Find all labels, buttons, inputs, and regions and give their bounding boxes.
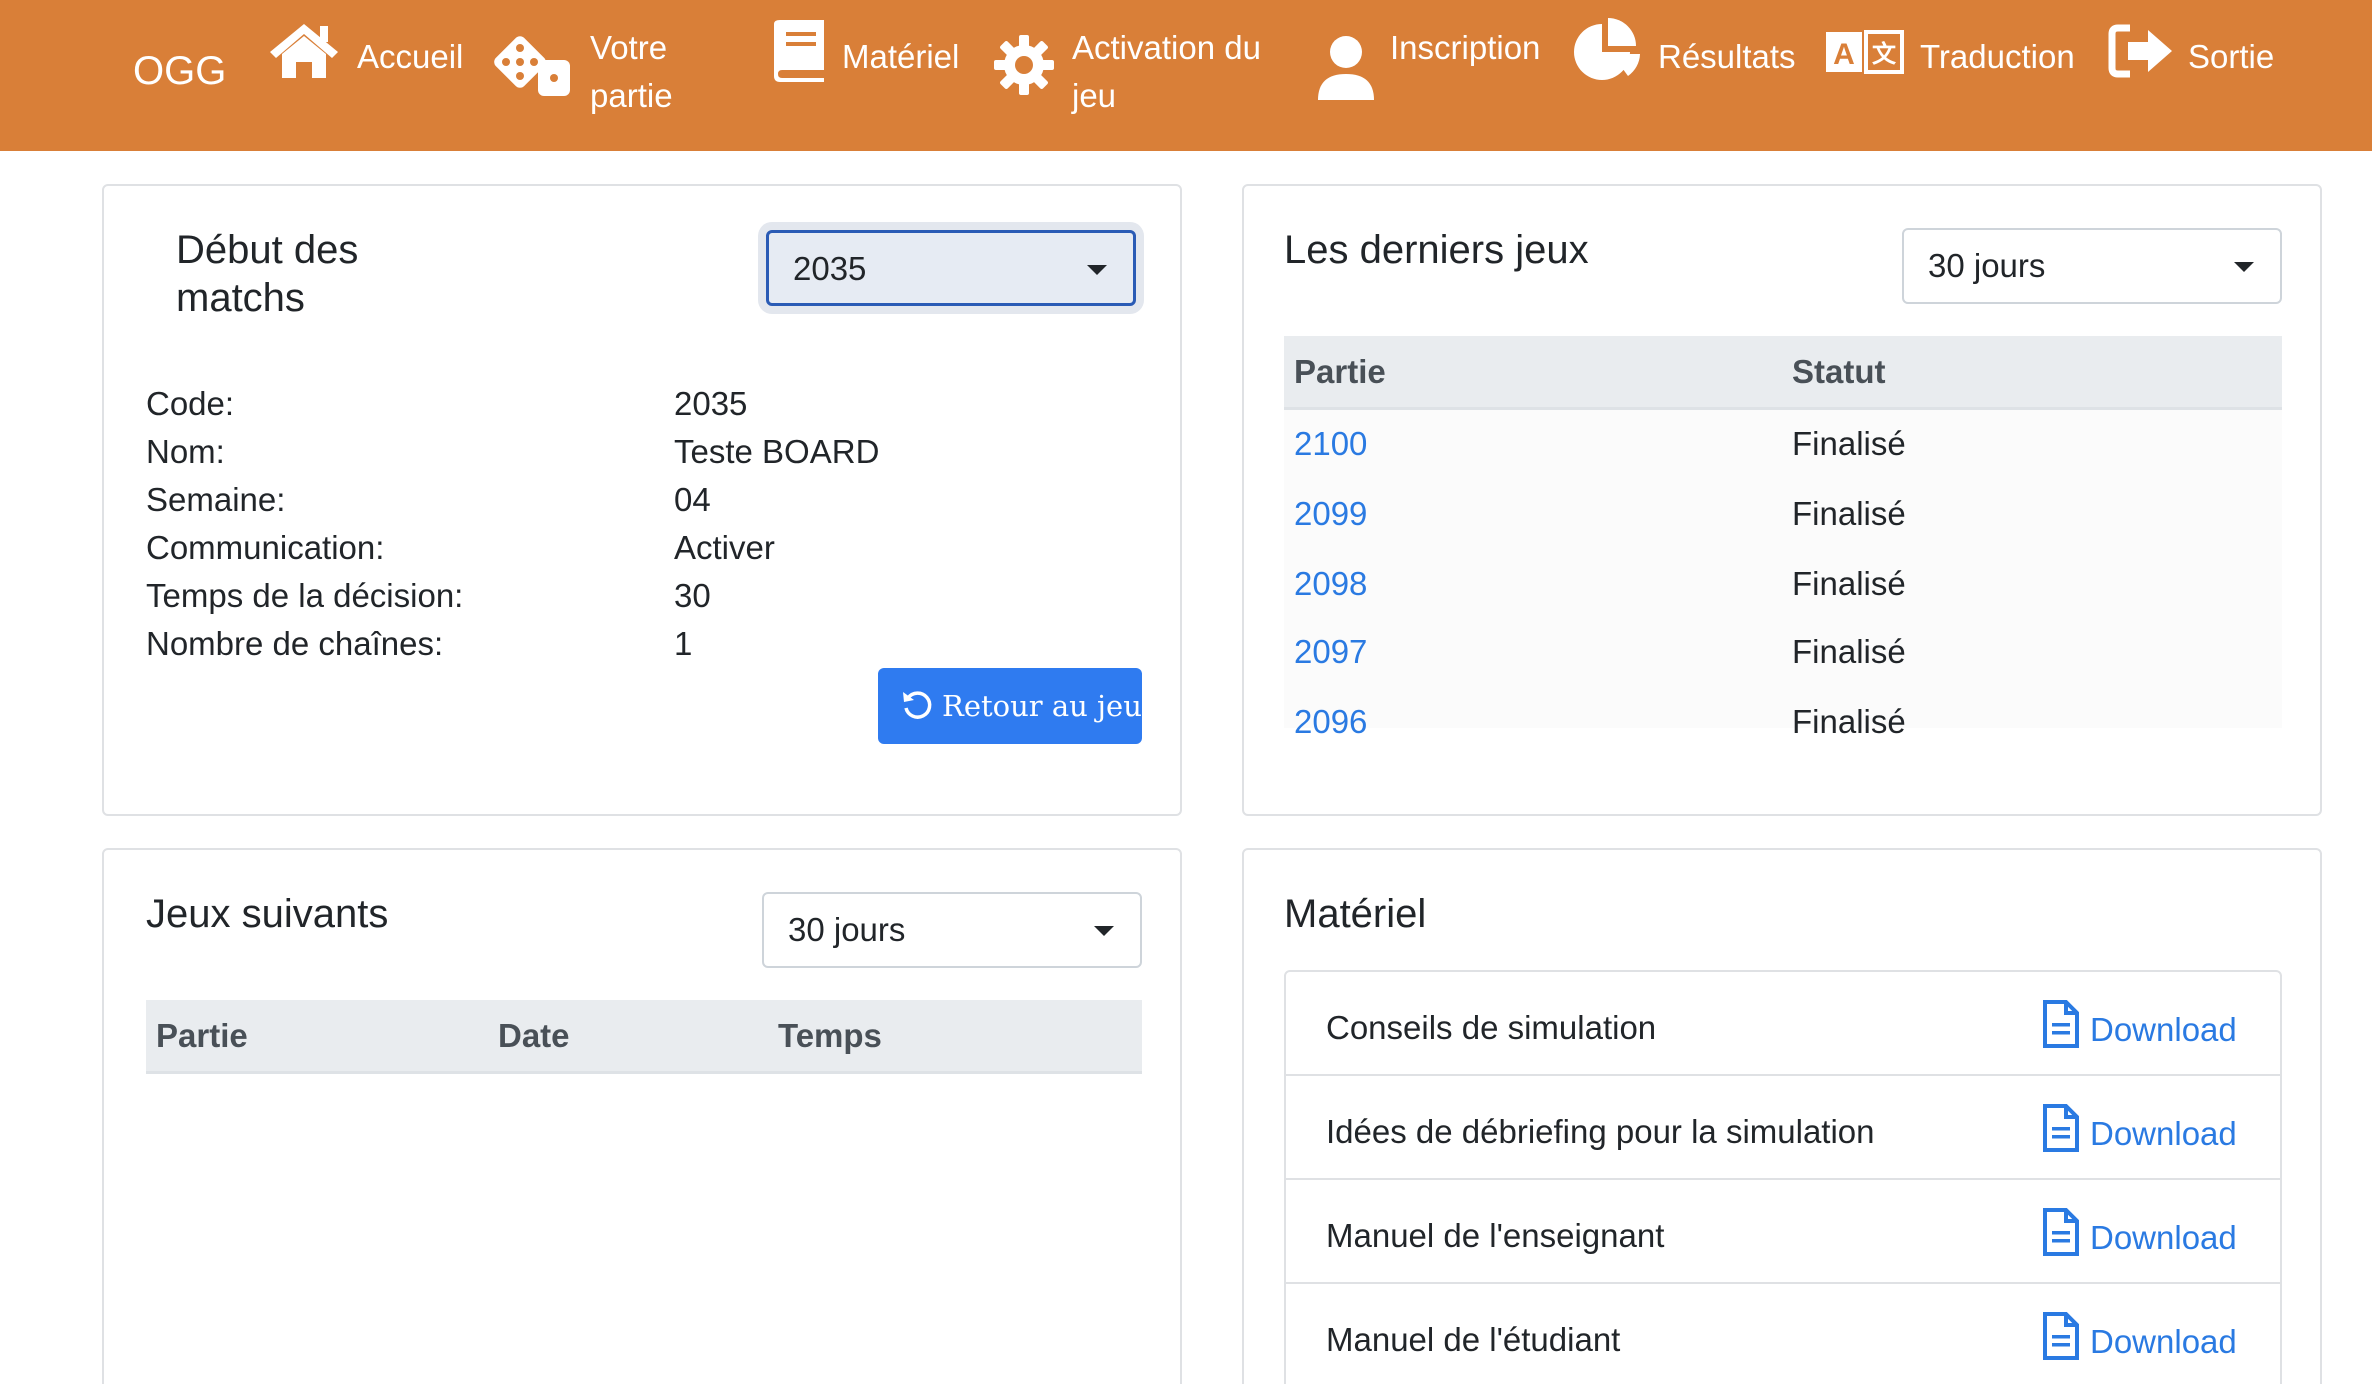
file-icon xyxy=(2043,1208,2079,1256)
game-link[interactable]: 2099 xyxy=(1294,490,1367,538)
svg-text:文: 文 xyxy=(1872,40,1897,68)
match-select[interactable]: 2035 xyxy=(766,230,1136,306)
chevron-down-icon xyxy=(1094,926,1114,936)
file-icon xyxy=(2043,1104,2079,1152)
sign-out-icon xyxy=(2108,24,2174,78)
material-list: Conseils de simulation Download Idées de… xyxy=(1284,970,2282,1384)
game-link[interactable]: 2100 xyxy=(1294,420,1367,468)
field-label-communication: Communication: xyxy=(146,529,385,566)
brand-logo[interactable]: OGG xyxy=(133,46,226,96)
nav-accueil[interactable]: Accueil xyxy=(268,18,468,118)
field-value-name: Teste BOARD xyxy=(674,433,880,470)
game-status: Finalisé xyxy=(1792,703,1906,740)
last-games-card: Les derniers jeux 30 jours Partie Statut… xyxy=(1242,184,2322,816)
nav-resultats[interactable]: Résultats xyxy=(1572,18,1812,118)
last-games-table-header: Partie Statut xyxy=(1284,336,2282,410)
column-header-date: Date xyxy=(498,1017,570,1054)
next-games-title: Jeux suivants xyxy=(146,892,389,936)
game-status: Finalisé xyxy=(1792,495,1906,532)
last-games-title: Les derniers jeux xyxy=(1284,228,1589,272)
list-item: Manuel de l'enseignant Download xyxy=(1286,1180,2280,1284)
material-title: Matériel xyxy=(1284,892,1427,936)
file-icon xyxy=(2043,1312,2079,1360)
match-start-title-line2: matchs xyxy=(176,276,305,320)
field-value-code: 2035 xyxy=(674,385,748,422)
home-icon xyxy=(268,20,340,80)
game-link[interactable]: 2096 xyxy=(1294,698,1367,746)
field-label-decision-time: Temps de la décision: xyxy=(146,577,464,614)
next-games-period-select[interactable]: 30 jours xyxy=(762,892,1142,968)
field-value-decision-time: 30 xyxy=(674,577,711,614)
game-link[interactable]: 2097 xyxy=(1294,628,1367,676)
game-status: Finalisé xyxy=(1792,565,1906,602)
material-card: Matériel Conseils de simulation Download… xyxy=(1242,848,2322,1384)
next-games-table-header: Partie Date Temps xyxy=(146,1000,1142,1074)
nav-materiel[interactable]: Matériel xyxy=(768,18,968,118)
file-icon xyxy=(2043,1000,2079,1048)
chevron-down-icon xyxy=(2234,262,2254,272)
field-label-name: Nom: xyxy=(146,433,225,470)
field-value-communication: Activer xyxy=(674,529,775,566)
nav-sortie[interactable]: Sortie xyxy=(2108,18,2308,118)
field-label-week: Semaine: xyxy=(146,481,286,518)
field-label-chains: Nombre de chaînes: xyxy=(146,625,444,662)
column-header-status: Statut xyxy=(1792,353,1886,390)
match-start-title: Début des xyxy=(176,228,359,272)
back-to-game-button[interactable]: Retour au jeu xyxy=(878,668,1142,744)
column-header-game: Partie xyxy=(1294,353,1386,390)
next-games-card: Jeux suivants 30 jours Partie Date Temps xyxy=(102,848,1182,1384)
nav-votre-partie[interactable]: Votre partie xyxy=(492,18,692,128)
undo-icon xyxy=(903,691,932,719)
chevron-down-icon xyxy=(1087,265,1107,275)
field-label-code: Code: xyxy=(146,385,235,422)
game-status: Finalisé xyxy=(1792,425,1906,462)
svg-text:A: A xyxy=(1833,38,1855,71)
pie-chart-icon xyxy=(1572,18,1642,84)
nav-inscription[interactable]: Inscription xyxy=(1316,18,1556,118)
dice-icon xyxy=(492,34,574,100)
nav-traduction[interactable]: A文 Traduction xyxy=(1824,18,2094,118)
list-item: Conseils de simulation Download xyxy=(1286,972,2280,1076)
language-icon: A文 xyxy=(1824,30,1904,74)
last-games-period-select[interactable]: 30 jours xyxy=(1902,228,2282,304)
game-status: Finalisé xyxy=(1792,633,1906,670)
column-header-time: Temps xyxy=(778,1017,882,1054)
match-start-card: Début des matchs 2035 Code: 2035 Nom: Te… xyxy=(102,184,1182,816)
book-icon xyxy=(768,18,828,84)
gear-icon xyxy=(992,32,1056,98)
column-header-game: Partie xyxy=(156,1017,248,1054)
list-item: Manuel de l'étudiant Download xyxy=(1286,1284,2280,1384)
nav-activation-du-jeu[interactable]: Activation du jeu xyxy=(992,18,1282,128)
field-value-week: 04 xyxy=(674,481,711,518)
game-link[interactable]: 2098 xyxy=(1294,560,1367,608)
table-body-bg xyxy=(1284,410,2282,728)
list-item: Idées de débriefing pour la simulation D… xyxy=(1286,1076,2280,1180)
field-value-chains: 1 xyxy=(674,625,693,662)
user-icon xyxy=(1316,34,1376,102)
top-navbar: OGG Accueil Votre partie Matériel Activa… xyxy=(0,0,2372,151)
